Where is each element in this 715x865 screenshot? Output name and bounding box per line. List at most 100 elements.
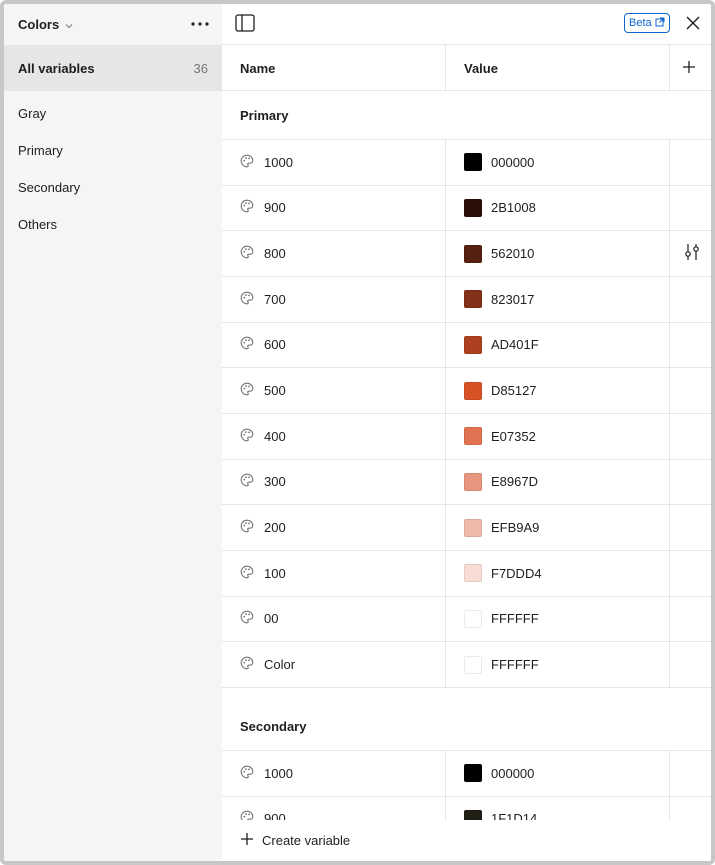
variable-name-cell[interactable]: 400 <box>240 414 286 459</box>
table-row[interactable]: 800 562010 <box>222 231 711 277</box>
table-row[interactable]: 300 E8967D <box>222 459 711 506</box>
edit-variable-button[interactable] <box>682 243 702 263</box>
variable-value-cell[interactable]: E8967D <box>464 460 538 505</box>
sidebar-item-all-variables[interactable]: All variables 36 <box>4 45 222 91</box>
variable-name-cell[interactable]: 300 <box>240 460 286 505</box>
variable-value-cell[interactable]: FFFFFF <box>464 642 539 687</box>
column-divider <box>669 231 670 276</box>
variable-name-cell[interactable]: 1000 <box>240 751 293 796</box>
color-swatch[interactable] <box>464 198 482 217</box>
sidebar-group-list: Gray Primary Secondary Others <box>4 95 222 243</box>
table-row[interactable]: 00 FFFFFF <box>222 596 711 643</box>
table-row[interactable]: 100 F7DDD4 <box>222 550 711 597</box>
column-header-name[interactable]: Name <box>240 45 275 91</box>
sidebar-item-gray[interactable]: Gray <box>4 95 222 132</box>
color-swatch[interactable] <box>464 518 482 537</box>
table-row[interactable]: 1000 000000 <box>222 140 711 186</box>
color-swatch[interactable] <box>464 427 482 446</box>
create-variable-label: Create variable <box>262 833 351 848</box>
variable-name-cell[interactable]: 800 <box>240 231 286 276</box>
variable-value-cell[interactable]: FFFFFF <box>464 597 539 642</box>
table-row[interactable]: 400 E07352 <box>222 413 711 460</box>
table-row[interactable]: Color FFFFFF <box>222 642 711 688</box>
variable-value-cell[interactable]: F7DDD4 <box>464 551 542 596</box>
close-button[interactable] <box>681 12 705 36</box>
variable-value-cell[interactable]: D85127 <box>464 368 537 413</box>
variable-name: 800 <box>264 246 286 262</box>
column-divider <box>445 368 446 413</box>
more-options-button[interactable] <box>188 14 212 34</box>
chevron-down-icon <box>64 19 74 29</box>
column-divider <box>669 550 670 596</box>
palette-icon <box>240 154 254 171</box>
variable-name-cell[interactable]: 500 <box>240 368 286 413</box>
color-swatch[interactable] <box>464 381 482 400</box>
table-row[interactable]: 600 AD401F <box>222 322 711 369</box>
toolbar: Beta <box>222 4 711 45</box>
table-row[interactable]: 900 1F1D14 <box>222 796 711 820</box>
group-rows-primary: 1000 000000 900 2B1008 800 562010 700 823017 600… <box>222 140 711 688</box>
color-swatch[interactable] <box>464 472 482 491</box>
sidebar-item-others[interactable]: Others <box>4 206 222 243</box>
column-divider <box>445 505 446 550</box>
table-row[interactable]: 700 823017 <box>222 276 711 323</box>
column-header-value[interactable]: Value <box>464 45 498 91</box>
variable-name-cell[interactable]: Color <box>240 642 295 687</box>
table-row[interactable]: 900 2B1008 <box>222 185 711 232</box>
beta-badge[interactable]: Beta <box>624 13 670 33</box>
color-swatch[interactable] <box>464 564 482 583</box>
color-swatch[interactable] <box>464 153 482 172</box>
variable-value-cell[interactable]: 1F1D14 <box>464 797 537 820</box>
color-swatch[interactable] <box>464 244 482 263</box>
all-variables-count: 36 <box>193 60 208 76</box>
color-swatch[interactable] <box>464 809 482 820</box>
variable-value-cell[interactable]: 000000 <box>464 140 534 185</box>
variable-name-cell[interactable]: 1000 <box>240 140 293 185</box>
add-mode-button[interactable] <box>678 57 700 79</box>
variable-name-cell[interactable]: 00 <box>240 597 278 642</box>
palette-icon <box>240 519 254 536</box>
table-row[interactable]: 500 D85127 <box>222 368 711 414</box>
variable-name: 100 <box>264 565 286 581</box>
variable-value: E07352 <box>491 428 536 444</box>
variable-value-cell[interactable]: 000000 <box>464 751 534 796</box>
column-divider <box>669 796 670 820</box>
variable-value-cell[interactable]: AD401F <box>464 323 539 368</box>
variable-name: 700 <box>264 291 286 307</box>
variable-value-cell[interactable]: E07352 <box>464 414 536 459</box>
column-divider <box>669 140 670 185</box>
variable-value-cell[interactable]: 2B1008 <box>464 186 536 231</box>
column-divider <box>445 796 446 820</box>
variable-value-cell[interactable]: EFB9A9 <box>464 505 539 550</box>
color-swatch[interactable] <box>464 335 482 354</box>
variable-name-cell[interactable]: 100 <box>240 551 286 596</box>
plus-icon <box>240 832 254 849</box>
column-divider <box>669 459 670 505</box>
table-row[interactable]: 1000 000000 <box>222 750 711 797</box>
variable-name-cell[interactable]: 200 <box>240 505 286 550</box>
variable-name-cell[interactable]: 700 <box>240 277 286 322</box>
variable-name-cell[interactable]: 900 <box>240 797 286 820</box>
create-variable-button[interactable]: Create variable <box>222 820 711 861</box>
color-swatch[interactable] <box>464 655 482 674</box>
variable-name-cell[interactable]: 900 <box>240 186 286 231</box>
sidebar-item-primary[interactable]: Primary <box>4 132 222 169</box>
variable-name: 600 <box>264 337 286 353</box>
palette-icon <box>240 382 254 399</box>
sidebar-item-secondary[interactable]: Secondary <box>4 169 222 206</box>
color-swatch[interactable] <box>464 609 482 628</box>
toggle-sidebar-button[interactable] <box>234 13 256 35</box>
column-divider <box>669 185 670 231</box>
color-swatch[interactable] <box>464 290 482 309</box>
table-row[interactable]: 200 EFB9A9 <box>222 505 711 551</box>
variable-name-cell[interactable]: 600 <box>240 323 286 368</box>
table-body: Primary 1000 000000 900 2B1008 800 562010 700 8… <box>222 91 711 820</box>
variable-value: 000000 <box>491 765 535 781</box>
variable-value-cell[interactable]: 562010 <box>464 231 534 276</box>
color-swatch[interactable] <box>464 764 482 783</box>
variable-value: AD401F <box>491 337 539 353</box>
collection-selector[interactable]: Colors <box>18 14 74 34</box>
variable-value-cell[interactable]: 823017 <box>464 277 534 322</box>
palette-icon <box>240 336 254 353</box>
